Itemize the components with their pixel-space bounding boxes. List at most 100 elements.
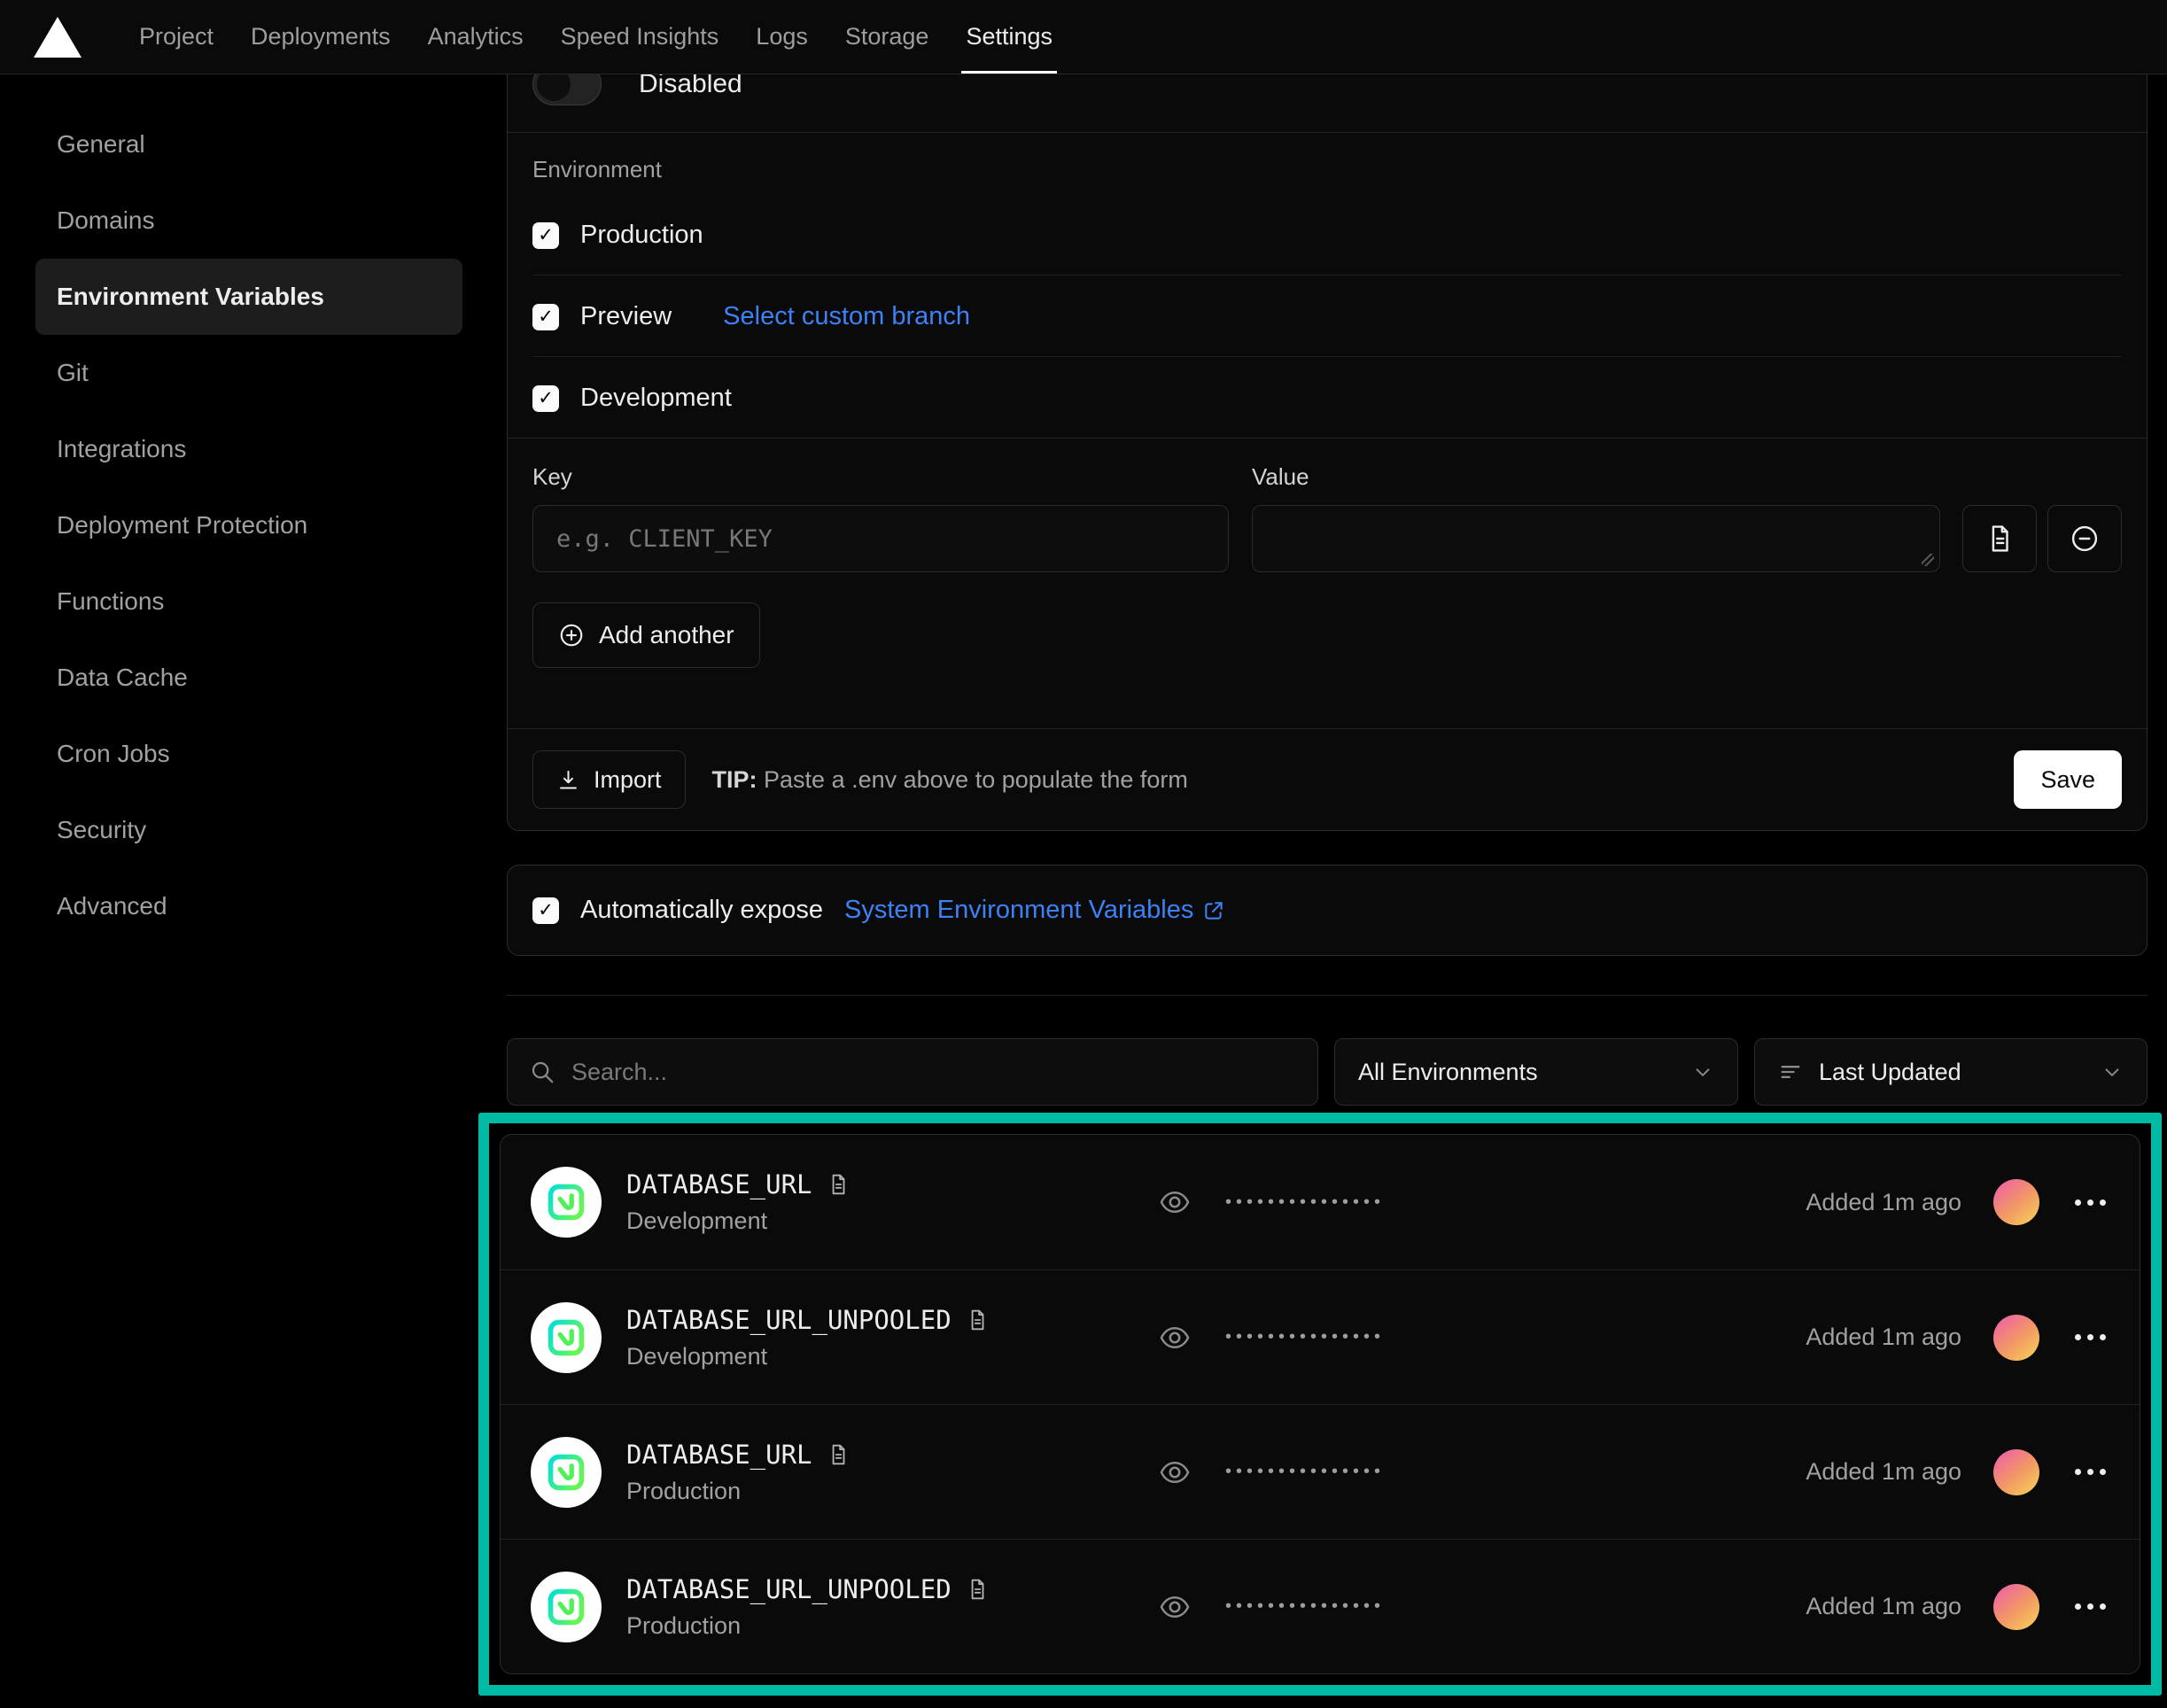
environment-filter-dropdown[interactable]: All Environments <box>1334 1038 1738 1106</box>
select-custom-branch-link[interactable]: Select custom branch <box>723 302 970 331</box>
nav-item-storage[interactable]: Storage <box>827 0 948 74</box>
environment-option-preview: Preview Select custom branch <box>532 276 2122 357</box>
note-icon <box>966 1578 989 1601</box>
added-timestamp: Added 1m ago <box>1806 1324 1961 1351</box>
import-label: Import <box>594 766 662 794</box>
row-menu-button[interactable] <box>2071 1191 2109 1215</box>
variable-environment: Production <box>626 1478 1158 1505</box>
sort-dropdown[interactable]: Last Updated <box>1754 1038 2148 1106</box>
variable-key-block: DATABASE_URL Production <box>626 1440 1158 1505</box>
preview-checkbox[interactable] <box>532 304 559 330</box>
sidebar-item-functions[interactable]: Functions <box>35 563 462 640</box>
download-icon <box>556 768 580 792</box>
sidebar-item-data-cache[interactable]: Data Cache <box>35 640 462 716</box>
environment-filter-value: All Environments <box>1358 1059 1538 1086</box>
add-another-label: Add another <box>599 621 734 649</box>
sidebar-item-deployment-protection[interactable]: Deployment Protection <box>35 487 462 563</box>
system-env-checkbox[interactable] <box>532 897 559 924</box>
import-button[interactable]: Import <box>532 750 686 809</box>
added-timestamp: Added 1m ago <box>1806 1458 1961 1486</box>
system-env-card: Automatically expose System Environment … <box>507 865 2148 956</box>
row-menu-button[interactable] <box>2071 1595 2109 1619</box>
sidebar-item-integrations[interactable]: Integrations <box>35 411 462 487</box>
variable-key: DATABASE_URL <box>626 1440 812 1470</box>
eye-icon[interactable] <box>1158 1456 1192 1489</box>
highlight-box: DATABASE_URL Development <box>478 1113 2162 1696</box>
development-checkbox[interactable] <box>532 385 559 412</box>
environment-option-development: Development <box>532 357 2122 438</box>
variable-meta: Added 1m ago <box>1806 1584 2109 1630</box>
preview-label: Preview <box>580 302 672 331</box>
variables-list: DATABASE_URL Development <box>500 1134 2140 1674</box>
sidebar-item-advanced[interactable]: Advanced <box>35 868 462 944</box>
sort-value: Last Updated <box>1819 1059 1961 1086</box>
neon-integration-icon <box>531 1167 602 1238</box>
variable-meta: Added 1m ago <box>1806 1315 2109 1361</box>
variable-key-block: DATABASE_URL_UNPOOLED Production <box>626 1574 1158 1640</box>
masked-value: ••••••••••••••• <box>1225 1192 1385 1213</box>
variable-environment: Development <box>626 1207 1158 1235</box>
variable-row: DATABASE_URL_UNPOOLED Development <box>501 1269 2140 1404</box>
sidebar-item-cron-jobs[interactable]: Cron Jobs <box>35 716 462 792</box>
search-input[interactable] <box>571 1059 1296 1086</box>
key-input[interactable] <box>532 505 1229 572</box>
masked-value: ••••••••••••••• <box>1225 1596 1385 1617</box>
variable-key-block: DATABASE_URL Development <box>626 1169 1158 1235</box>
nav-item-settings[interactable]: Settings <box>947 0 1071 74</box>
system-env-text: Automatically expose <box>580 896 823 925</box>
variable-key-block: DATABASE_URL_UNPOOLED Development <box>626 1305 1158 1370</box>
avatar <box>1993 1449 2039 1495</box>
environment-section-label: Environment <box>532 156 2122 194</box>
variable-key: DATABASE_URL_UNPOOLED <box>626 1574 951 1604</box>
add-variable-card: Disabled Environment Production Preview … <box>507 19 2148 831</box>
variable-environment: Production <box>626 1612 1158 1640</box>
top-navigation: Project Deployments Analytics Speed Insi… <box>0 0 2167 74</box>
row-menu-button[interactable] <box>2071 1325 2109 1349</box>
row-menu-button[interactable] <box>2071 1460 2109 1484</box>
file-icon <box>1984 524 2015 554</box>
nav-item-speed-insights[interactable]: Speed Insights <box>542 0 738 74</box>
key-value-form: Key Value <box>508 439 2147 728</box>
note-icon <box>966 1308 989 1331</box>
filters-row: All Environments Last Updated <box>507 1038 2148 1106</box>
plus-circle-icon <box>558 622 585 648</box>
nav-item-logs[interactable]: Logs <box>737 0 827 74</box>
added-timestamp: Added 1m ago <box>1806 1189 1961 1216</box>
variable-row: DATABASE_URL_UNPOOLED Production <box>501 1539 2140 1673</box>
variable-row: DATABASE_URL Production <box>501 1404 2140 1539</box>
add-another-button[interactable]: Add another <box>532 602 760 668</box>
variable-meta: Added 1m ago <box>1806 1449 2109 1495</box>
save-button[interactable]: Save <box>2014 750 2122 809</box>
production-label: Production <box>580 221 703 250</box>
note-icon <box>827 1443 850 1466</box>
minus-circle-icon <box>2069 523 2101 555</box>
chevron-down-icon <box>1691 1060 1714 1083</box>
masked-value: ••••••••••••••• <box>1225 1462 1385 1482</box>
key-label: Key <box>532 463 1229 505</box>
nav-item-analytics[interactable]: Analytics <box>409 0 542 74</box>
avatar <box>1993 1315 2039 1361</box>
nav-item-project[interactable]: Project <box>120 0 232 74</box>
sidebar-item-general[interactable]: General <box>35 106 462 182</box>
sidebar-item-git[interactable]: Git <box>35 335 462 411</box>
eye-icon[interactable] <box>1158 1321 1192 1355</box>
variable-key: DATABASE_URL_UNPOOLED <box>626 1305 951 1335</box>
form-footer: Import TIP: Paste a .env above to popula… <box>508 728 2147 830</box>
eye-icon[interactable] <box>1158 1185 1192 1219</box>
remove-row-button[interactable] <box>2047 505 2122 572</box>
neon-integration-icon <box>531 1437 602 1508</box>
value-input[interactable] <box>1252 505 1940 572</box>
settings-sidebar: General Domains Environment Variables Gi… <box>0 74 507 1708</box>
paste-env-file-button[interactable] <box>1962 505 2037 572</box>
environment-section: Environment Production Preview Select cu… <box>508 133 2147 438</box>
system-env-link[interactable]: System Environment Variables <box>844 896 1225 925</box>
added-timestamp: Added 1m ago <box>1806 1593 1961 1620</box>
sidebar-item-environment-variables[interactable]: Environment Variables <box>35 259 462 335</box>
production-checkbox[interactable] <box>532 222 559 249</box>
sidebar-item-domains[interactable]: Domains <box>35 182 462 259</box>
sidebar-item-security[interactable]: Security <box>35 792 462 868</box>
vercel-logo[interactable] <box>34 0 82 74</box>
neon-integration-icon <box>531 1302 602 1373</box>
eye-icon[interactable] <box>1158 1590 1192 1624</box>
nav-item-deployments[interactable]: Deployments <box>232 0 409 74</box>
